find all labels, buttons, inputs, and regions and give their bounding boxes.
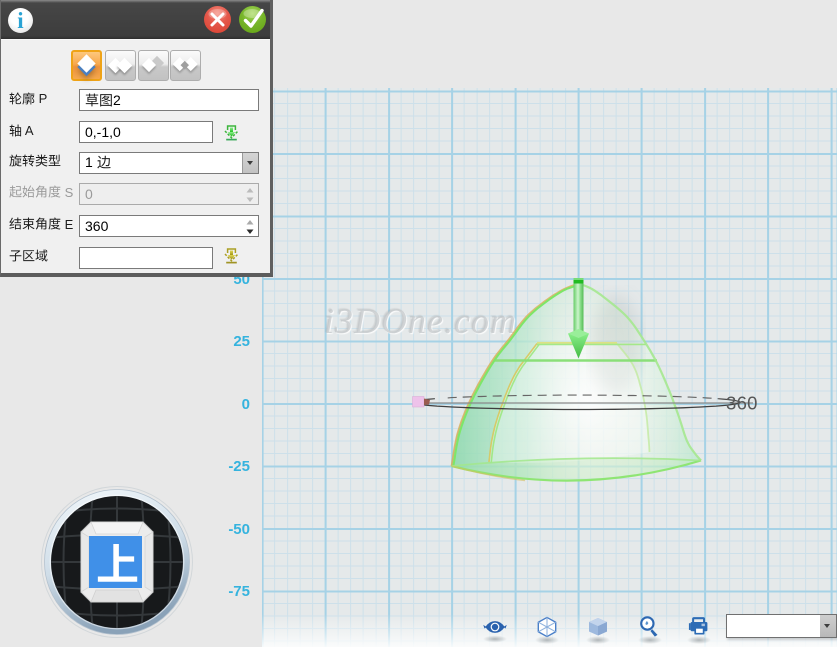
svg-text:360: 360	[726, 393, 758, 414]
